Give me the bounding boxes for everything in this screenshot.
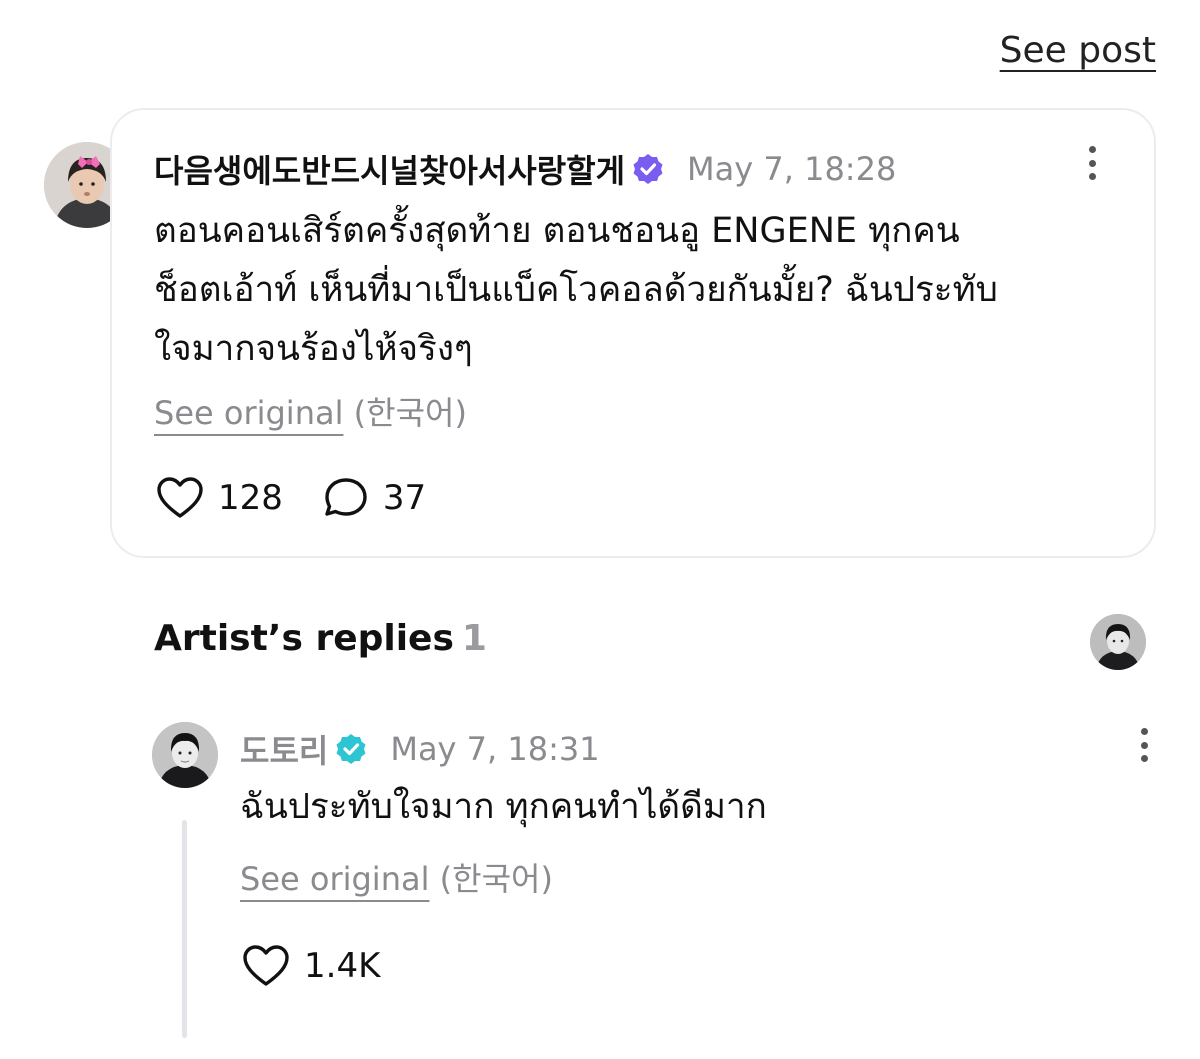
- reply-author-avatar[interactable]: [152, 722, 218, 788]
- verified-badge-icon: [334, 732, 368, 766]
- post-comment-count: 37: [382, 478, 427, 518]
- see-post-link[interactable]: See post: [1000, 30, 1156, 71]
- post-see-original: See original (한국어): [154, 388, 467, 434]
- artist-replies-heading: Artist’s replies 1: [154, 618, 487, 659]
- reply-username[interactable]: 도토리: [240, 726, 328, 772]
- reply-more-icon[interactable]: [1138, 728, 1150, 762]
- post-username[interactable]: 다음생에도반드시널찾아서사랑할게: [154, 146, 625, 192]
- post-body-line: ช็อตเอ้าท์ เห็นที่มาเป็นแบ็คโวคอลด้วยกัน…: [154, 270, 998, 310]
- thread-line: [182, 820, 187, 1038]
- reply-stats: 1.4K: [242, 944, 380, 988]
- reply-header: 도토리 May 7, 18:31: [240, 726, 600, 772]
- post-body: ตอนคอนเสิร์ตครั้งสุดท้าย ตอนชอนอู ENGENE…: [154, 202, 1114, 379]
- artist-avatar-small[interactable]: [1090, 614, 1146, 670]
- post-card: 다음생에도반드시널찾아서사랑할게 May 7, 18:28 ตอนคอนเสิร…: [110, 108, 1156, 558]
- post-more-icon[interactable]: [1086, 146, 1098, 180]
- post-see-original-link[interactable]: See original: [154, 394, 343, 432]
- reply-like-count: 1.4K: [304, 946, 381, 986]
- heart-icon: [156, 476, 204, 520]
- reply-see-original-link[interactable]: See original: [240, 860, 429, 898]
- verified-badge-icon: [631, 152, 665, 186]
- reply-body-text: ฉันประทับใจมาก ทุกคนทำได้ดีมาก: [240, 787, 767, 827]
- reply-body: ฉันประทับใจมาก ทุกคนทำได้ดีมาก: [240, 778, 1120, 837]
- reply-timestamp: May 7, 18:31: [390, 730, 600, 768]
- post-stats: 128 37: [156, 476, 426, 520]
- post-like-count: 128: [218, 478, 283, 518]
- post-body-line: ใจมากจนร้องไห้จริงๆ: [154, 329, 473, 369]
- post-like-button[interactable]: 128: [156, 476, 283, 520]
- post-timestamp: May 7, 18:28: [687, 150, 897, 188]
- reply-original-language: (한국어): [439, 860, 553, 898]
- post-original-language: (한국어): [353, 394, 467, 432]
- artist-replies-title: Artist’s replies: [154, 618, 454, 659]
- artist-replies-count: 1: [461, 618, 487, 659]
- post-header: 다음생에도반드시널찾아서사랑할게 May 7, 18:28: [154, 146, 896, 192]
- post-comment-button[interactable]: 37: [323, 476, 426, 520]
- reply-like-button[interactable]: 1.4K: [242, 944, 380, 988]
- reply-see-original: See original (한국어): [240, 854, 553, 900]
- heart-icon: [242, 944, 290, 988]
- post-body-line: ตอนคอนเสิร์ตครั้งสุดท้าย ตอนชอนอู ENGENE…: [154, 211, 960, 251]
- comment-bubble-icon: [323, 476, 369, 520]
